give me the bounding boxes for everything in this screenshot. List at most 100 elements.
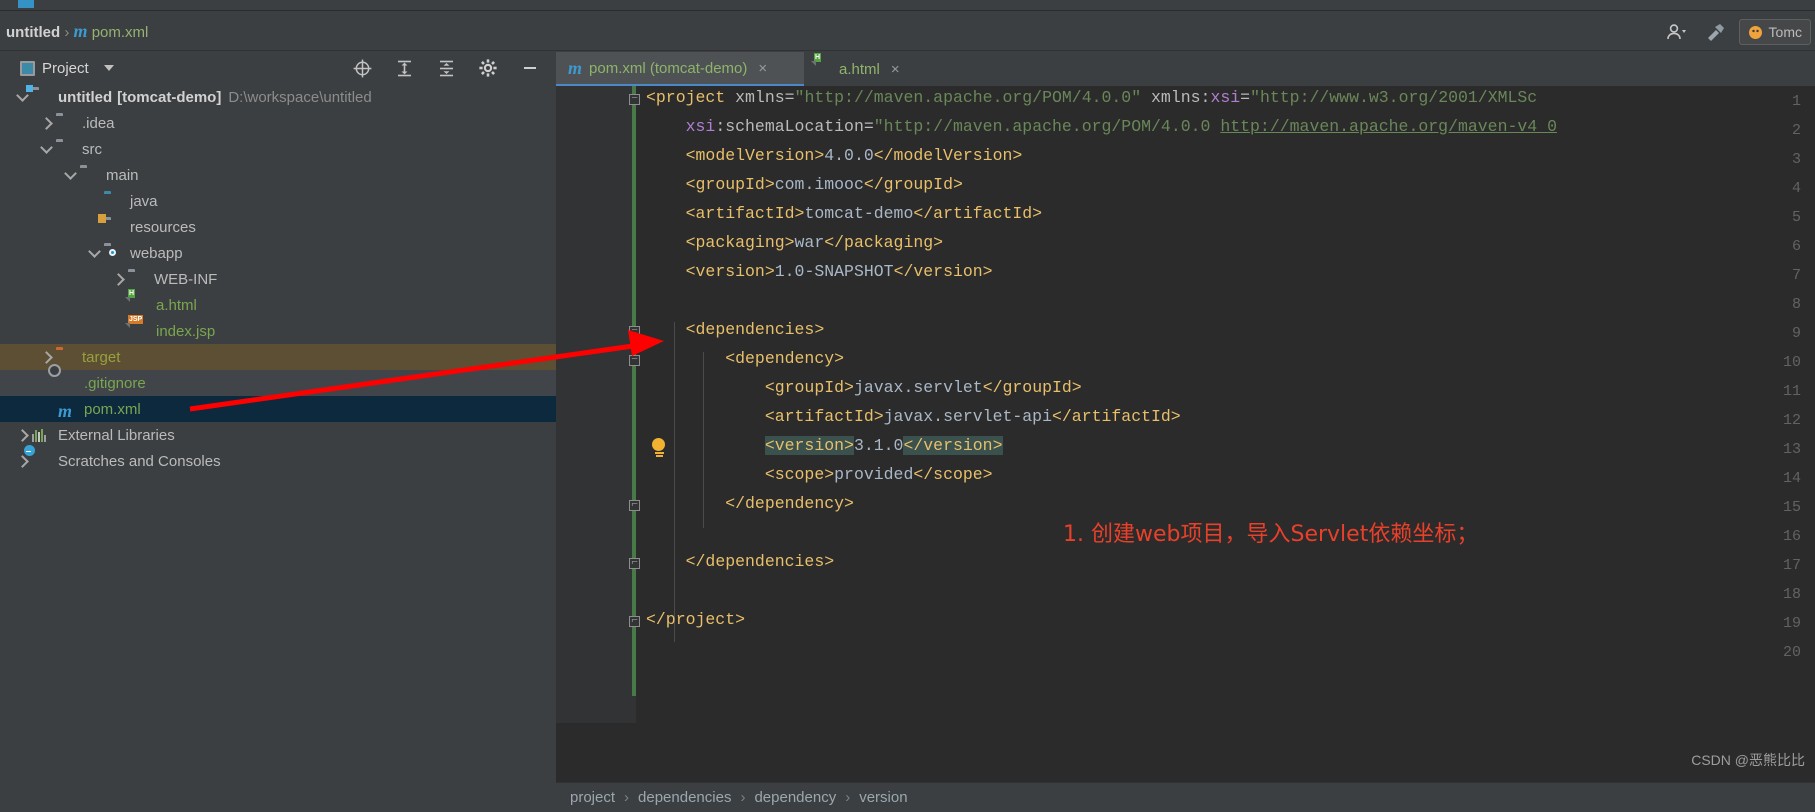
breadcrumb-separator-icon: › xyxy=(624,789,630,806)
line-number: 11 xyxy=(1782,383,1801,400)
tree-row-target[interactable]: target xyxy=(0,344,556,370)
toolbar-right: Tomc xyxy=(1663,17,1815,47)
tree-row-pom-xml[interactable]: m pom.xml xyxy=(0,396,556,422)
breadcrumb-item-project[interactable]: project xyxy=(570,789,615,806)
toggle-arrow-icon[interactable] xyxy=(36,116,56,130)
code-line-1: <project xmlns="http://maven.apache.org/… xyxy=(646,88,1538,107)
fold-marker-open[interactable]: − xyxy=(629,355,640,366)
breadcrumb-separator-icon: › xyxy=(64,24,70,41)
tree-label: WEB-INF xyxy=(154,270,218,288)
toggle-arrow-icon[interactable] xyxy=(12,428,32,442)
toggle-arrow-icon[interactable] xyxy=(84,244,104,258)
vcs-change-marker xyxy=(632,86,636,696)
expand-all-icon[interactable] xyxy=(390,55,418,81)
maven-file-icon: m xyxy=(73,21,88,41)
code-editor[interactable]: 1 2 3 4 5 6 7 8 9 10 11 12 13 14 15 16 1… xyxy=(556,86,1815,723)
tree-row-idea[interactable]: .idea xyxy=(0,110,556,136)
line-number: 5 xyxy=(1791,209,1801,226)
tree-row-webapp[interactable]: webapp xyxy=(0,240,556,266)
tab-label: pom.xml (tomcat-demo) xyxy=(589,59,748,77)
tree-row-a-html[interactable]: H a.html xyxy=(0,289,556,318)
maven-file-icon: m xyxy=(568,57,583,78)
tree-label: main xyxy=(106,166,139,184)
tree-row-external-libraries[interactable]: External Libraries xyxy=(0,422,556,448)
tree-row-main[interactable]: main xyxy=(0,162,556,188)
tomcat-icon xyxy=(1748,25,1762,39)
close-icon[interactable]: × xyxy=(758,60,767,77)
line-number: 15 xyxy=(1782,499,1801,516)
toggle-arrow-icon[interactable] xyxy=(36,350,56,364)
tab-a-html[interactable]: H a.html × xyxy=(804,52,920,86)
tree-label: .gitignore xyxy=(84,374,146,392)
tree-label: resources xyxy=(130,218,196,236)
tree-row-src[interactable]: src xyxy=(0,136,556,162)
breadcrumb[interactable]: untitled › m pom.xml xyxy=(6,21,148,42)
code-line-19: </project> xyxy=(646,610,746,629)
line-number: 2 xyxy=(1791,122,1801,139)
code-line-6: <packaging>war</packaging> xyxy=(685,233,944,252)
tree-label: pom.xml xyxy=(84,400,141,418)
code-line-11: <groupId>javax.servlet</groupId> xyxy=(764,378,1082,397)
ide-window: untitled › m pom.xml Tomc Project untitl… xyxy=(0,0,1815,812)
close-icon[interactable]: × xyxy=(891,61,900,78)
chevron-down-icon[interactable] xyxy=(103,65,114,71)
line-number: 7 xyxy=(1791,267,1801,284)
html-file-icon: H xyxy=(814,53,822,62)
settings-gear-icon[interactable] xyxy=(474,55,502,81)
html-file-icon: H xyxy=(128,289,136,298)
code-line-15: </dependency> xyxy=(725,494,854,513)
code-line-9: <dependencies> xyxy=(685,320,825,339)
code-line-3: <modelVersion>4.0.0</modelVersion> xyxy=(685,146,1023,165)
source-folder-icon xyxy=(104,193,124,209)
editor-gutter[interactable] xyxy=(556,86,636,723)
hammer-icon[interactable] xyxy=(1701,19,1729,45)
line-number: 3 xyxy=(1791,151,1801,168)
breadcrumb-item-dependencies[interactable]: dependencies xyxy=(638,789,731,806)
collapse-all-icon[interactable] xyxy=(432,55,460,81)
toggle-arrow-icon[interactable] xyxy=(36,140,56,154)
folder-icon xyxy=(56,115,76,131)
run-configuration-selector[interactable]: Tomc xyxy=(1738,19,1811,45)
line-number: 8 xyxy=(1791,296,1801,313)
tree-label: webapp xyxy=(130,244,183,262)
breadcrumb-item-dependency[interactable]: dependency xyxy=(754,789,836,806)
tree-row-index-jsp[interactable]: JSP index.jsp xyxy=(0,315,556,344)
code-line-10: <dependency> xyxy=(725,349,845,368)
tree-label: target xyxy=(82,348,121,366)
fold-marker-close[interactable]: ⌐ xyxy=(629,500,640,511)
tree-label: java xyxy=(130,192,158,210)
breadcrumb-item-version[interactable]: version xyxy=(859,789,907,806)
toggle-arrow-icon[interactable] xyxy=(12,88,32,102)
hide-toolwindow-icon[interactable] xyxy=(516,55,544,81)
toggle-arrow-icon[interactable] xyxy=(12,454,32,468)
fold-marker-open[interactable]: − xyxy=(629,326,640,337)
project-view-icon xyxy=(20,60,35,76)
code-line-17: </dependencies> xyxy=(685,552,835,571)
toggle-arrow-icon[interactable] xyxy=(108,272,128,286)
breadcrumb-project[interactable]: untitled xyxy=(6,24,60,41)
tab-pom-xml[interactable]: m pom.xml (tomcat-demo) × xyxy=(556,52,804,86)
fold-marker-open[interactable]: − xyxy=(629,94,640,105)
tree-label: Scratches and Consoles xyxy=(58,452,221,470)
project-tree[interactable]: untitled [tomcat-demo] D:\workspace\unti… xyxy=(0,84,556,812)
gitignore-file-icon xyxy=(50,369,78,391)
line-number: 16 xyxy=(1782,528,1801,545)
locate-icon[interactable] xyxy=(348,55,376,81)
user-icon[interactable] xyxy=(1663,19,1691,45)
tree-row-resources[interactable]: resources xyxy=(0,214,556,240)
tree-row-gitignore[interactable]: .gitignore xyxy=(0,369,556,396)
editor-area: m pom.xml (tomcat-demo) × H a.html × 1 2… xyxy=(556,52,1815,812)
fold-marker-close[interactable]: ⌐ xyxy=(629,616,640,627)
line-number: 17 xyxy=(1782,557,1801,574)
tree-row-untitled[interactable]: untitled [tomcat-demo] D:\workspace\unti… xyxy=(0,84,556,110)
tree-label: a.html xyxy=(156,296,197,314)
fold-marker-close[interactable]: ⌐ xyxy=(629,558,640,569)
watermark: CSDN @恶熊比比 xyxy=(1691,752,1805,768)
project-toolwindow-label: Project xyxy=(42,59,89,77)
toggle-arrow-icon[interactable] xyxy=(60,166,80,180)
breadcrumb-file[interactable]: pom.xml xyxy=(92,24,149,41)
project-toolwindow-title[interactable]: Project xyxy=(20,60,114,77)
tree-row-scratches-and-consoles[interactable]: Scratches and Consoles xyxy=(0,448,556,474)
tree-row-webinf[interactable]: WEB-INF xyxy=(0,266,556,292)
tree-row-java[interactable]: java xyxy=(0,188,556,214)
